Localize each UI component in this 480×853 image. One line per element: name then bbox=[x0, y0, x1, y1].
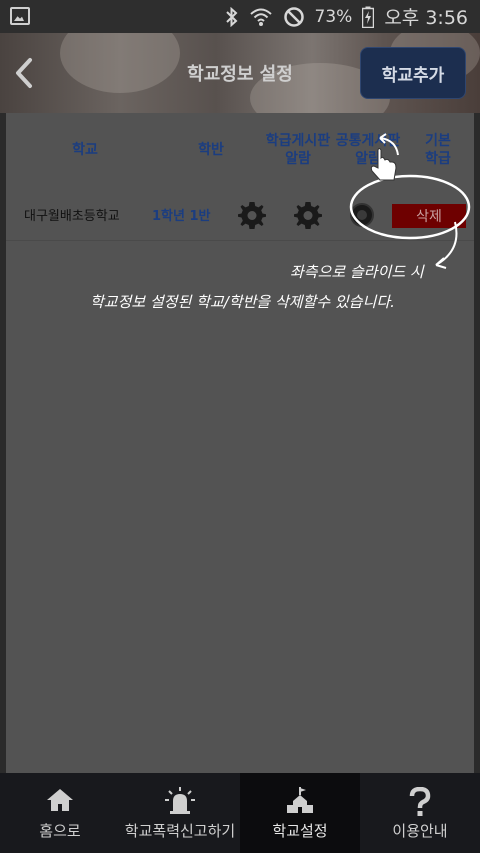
tab-violence-report-label: 학교폭력신고하기 bbox=[124, 822, 236, 840]
highlight-ellipse bbox=[349, 174, 471, 240]
siren-icon bbox=[165, 787, 195, 814]
tab-school-settings[interactable]: 학교설정 bbox=[240, 773, 360, 853]
school-icon bbox=[287, 787, 313, 813]
tab-school-settings-label: 학교설정 bbox=[272, 822, 328, 840]
tab-home-label: 홈으로 bbox=[39, 822, 81, 840]
tab-usage-guide[interactable]: 이용안내 bbox=[360, 773, 480, 853]
question-icon bbox=[409, 787, 431, 816]
bottom-tab-bar: 홈으로 학교폭력신고하기 학교설정 이용안내 bbox=[0, 773, 480, 853]
tutorial-overlay bbox=[349, 133, 471, 269]
tab-violence-report[interactable]: 학교폭력신고하기 bbox=[120, 773, 240, 853]
home-icon bbox=[47, 789, 73, 811]
tab-usage-guide-label: 이용안내 bbox=[392, 822, 448, 840]
tab-home[interactable]: 홈으로 bbox=[0, 773, 120, 853]
hand-pointer-icon bbox=[370, 148, 397, 181]
